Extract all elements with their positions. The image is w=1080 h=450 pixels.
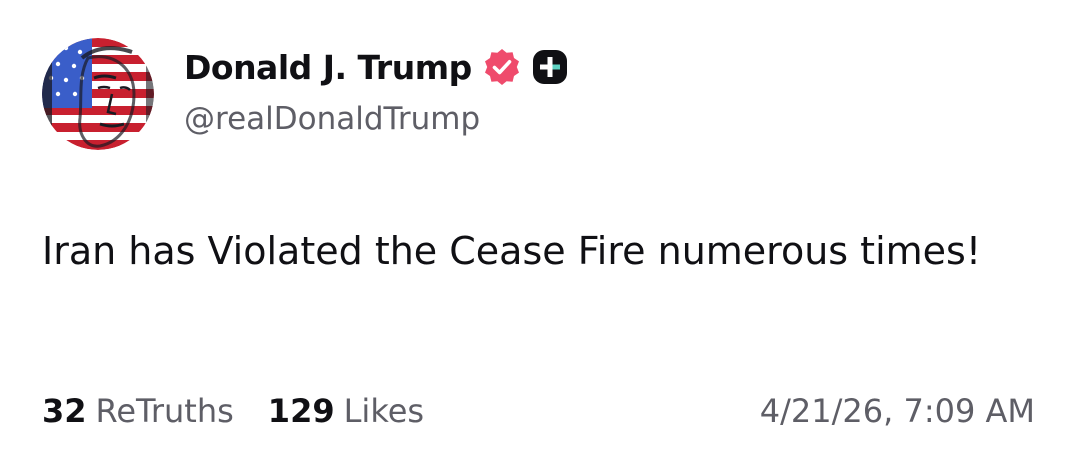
likes-count[interactable]: 129 (268, 392, 335, 430)
post-timestamp[interactable]: 4/21/26, 7:09 AM (760, 388, 1035, 434)
post-stats: 32 ReTruths 129 Likes (42, 388, 424, 434)
author-handle[interactable]: @realDonaldTrump (184, 101, 480, 137)
retruths-label[interactable]: ReTruths (96, 392, 234, 430)
avatar[interactable] (42, 38, 154, 150)
flag-portrait-avatar (42, 38, 154, 150)
verified-badge-icon (482, 47, 522, 87)
author-name-row: Donald J. Trump (184, 42, 568, 92)
plus-badge-icon (532, 49, 568, 85)
likes-label[interactable]: Likes (344, 392, 424, 430)
post-body-text: Iran has Violated the Cease Fire numerou… (42, 229, 982, 273)
retruths-count[interactable]: 32 (42, 392, 87, 430)
author-display-name[interactable]: Donald J. Trump (184, 48, 472, 87)
